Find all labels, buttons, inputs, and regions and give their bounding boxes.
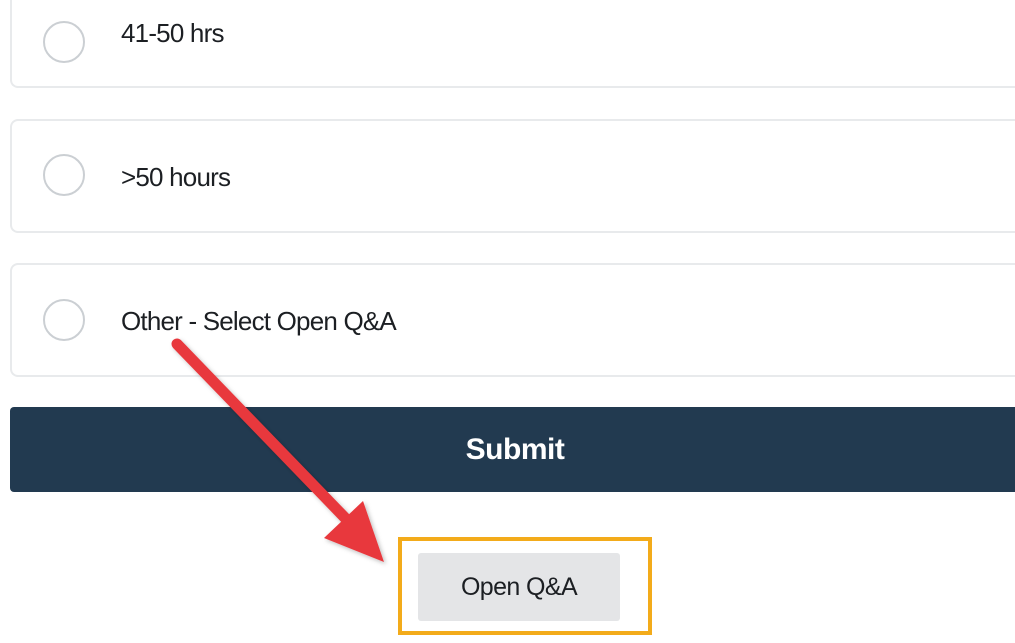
option-label: 41-50 hrs xyxy=(121,18,224,48)
option-label: Other - Select Open Q&A xyxy=(121,306,397,336)
radio-button[interactable] xyxy=(43,154,85,196)
radio-button[interactable] xyxy=(43,21,85,63)
poll-option-over-50-hours[interactable]: >50 hours xyxy=(10,119,1015,233)
option-label: >50 hours xyxy=(121,162,231,192)
poll-option-other[interactable]: Other - Select Open Q&A xyxy=(10,263,1015,377)
poll-page: 41-50 hrs >50 hours Other - Select Open … xyxy=(0,0,1015,643)
poll-option-41-50-hrs[interactable]: 41-50 hrs xyxy=(10,0,1015,88)
radio-button[interactable] xyxy=(43,299,85,341)
submit-button[interactable]: Submit xyxy=(10,407,1015,492)
open-qa-button[interactable]: Open Q&A xyxy=(418,553,620,621)
